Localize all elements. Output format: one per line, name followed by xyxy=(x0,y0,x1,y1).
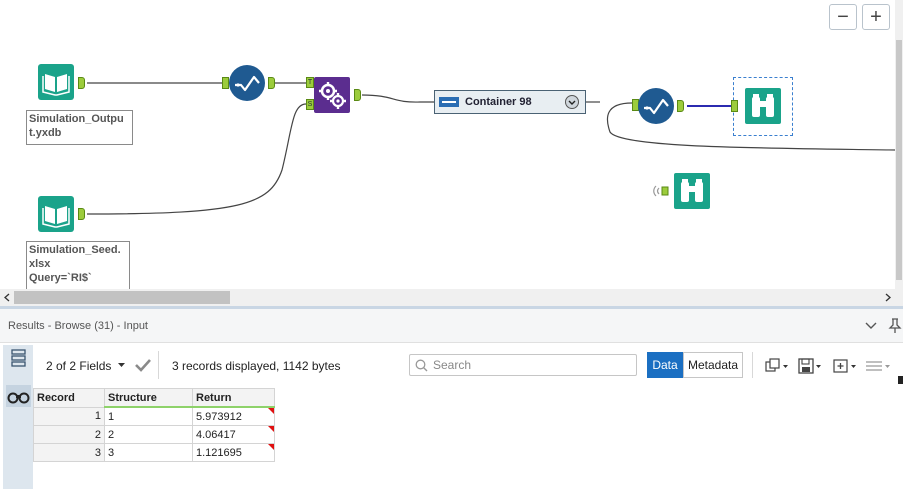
save-icon xyxy=(798,358,821,374)
horizontal-scrollbar[interactable] xyxy=(0,289,903,306)
connection-lines xyxy=(86,82,895,215)
browse-tool[interactable] xyxy=(674,173,710,209)
copy-button[interactable] xyxy=(764,357,790,375)
input-data-tool-2[interactable] xyxy=(38,196,74,232)
zoom-in-button[interactable]: + xyxy=(862,4,890,30)
checkmark-icon[interactable] xyxy=(134,357,152,373)
chevron-down-icon[interactable] xyxy=(865,321,877,330)
wireless-anchor-icon[interactable] xyxy=(652,184,672,198)
table-row[interactable]: 1 1 5.973912 xyxy=(33,406,275,426)
input-anchor-s[interactable]: S xyxy=(306,99,314,110)
book-icon xyxy=(38,64,74,100)
metadata-button[interactable]: Metadata xyxy=(683,352,743,378)
tool-annotation: Simulation_Outpu t.yxdb xyxy=(26,110,133,145)
input-anchor[interactable] xyxy=(731,100,738,112)
container-icon xyxy=(439,97,459,107)
binoculars-icon xyxy=(7,392,30,404)
pin-icon[interactable] xyxy=(888,318,902,334)
tool-annotation: Simulation_Seed. xlsx Query=`RI$` xyxy=(26,241,130,289)
input-anchor[interactable] xyxy=(222,77,229,89)
copy-icon xyxy=(765,358,788,372)
resize-handle[interactable] xyxy=(898,376,903,384)
search-input[interactable]: Search xyxy=(409,354,637,376)
return-value: 5.973912 xyxy=(196,410,242,423)
container-98[interactable]: Container 98 xyxy=(434,90,586,114)
workflow-canvas[interactable]: − + Simulation_Outpu t.yxdb Simulation_S… xyxy=(0,0,895,289)
scroll-right-icon[interactable] xyxy=(884,293,892,302)
record-cell: 3 xyxy=(33,443,105,462)
output-anchor[interactable] xyxy=(78,77,85,89)
checkmark-circle-icon xyxy=(229,65,265,101)
structure-cell[interactable]: 3 xyxy=(104,443,193,462)
fields-selector[interactable]: 2 of 2 Fields xyxy=(46,359,111,373)
table-row[interactable]: 3 3 1.121695 xyxy=(33,443,275,462)
search-icon xyxy=(415,359,428,372)
search-placeholder: Search xyxy=(433,358,472,372)
truncation-flag xyxy=(268,408,274,414)
select-tool-2[interactable] xyxy=(638,88,674,124)
truncation-flag xyxy=(268,426,274,432)
table-row[interactable]: 2 2 4.06417 xyxy=(33,425,275,444)
output-anchor[interactable] xyxy=(78,208,85,220)
rows-icon xyxy=(11,349,26,367)
input-anchor-t[interactable]: T xyxy=(306,77,314,88)
dropdown-caret-icon[interactable] xyxy=(118,363,125,368)
column-header[interactable]: Return xyxy=(192,388,275,408)
save-button[interactable] xyxy=(797,357,823,375)
results-table: Record Structure Return 1 1 5.973912 2 2… xyxy=(33,388,275,462)
browse-tool-selected[interactable] xyxy=(745,88,781,124)
output-anchor[interactable] xyxy=(354,89,361,101)
output-anchor[interactable] xyxy=(268,77,275,89)
menu-icon xyxy=(866,361,890,371)
output-anchor[interactable] xyxy=(677,100,684,112)
add-tool-button[interactable] xyxy=(832,357,858,375)
toolbar-divider xyxy=(752,352,753,378)
results-header: Results - Browse (31) - Input xyxy=(0,309,903,343)
append-fields-tool[interactable] xyxy=(314,77,350,113)
structure-cell[interactable]: 2 xyxy=(104,425,193,444)
chevron-down-icon[interactable] xyxy=(565,95,579,109)
record-cell: 1 xyxy=(33,406,105,426)
book-icon xyxy=(38,196,74,232)
records-info: 3 records displayed, 1142 bytes xyxy=(172,359,341,373)
return-cell[interactable]: 1.121695 xyxy=(192,443,275,462)
record-cell: 2 xyxy=(33,425,105,444)
input-data-tool-1[interactable] xyxy=(38,64,74,100)
select-tool-1[interactable] xyxy=(229,65,265,101)
scroll-left-icon[interactable] xyxy=(3,293,11,302)
menu-button[interactable] xyxy=(864,357,892,375)
binoculars-icon xyxy=(745,88,781,124)
binoculars-icon xyxy=(674,173,710,209)
grid-view-button[interactable] xyxy=(6,347,31,369)
column-header[interactable]: Record xyxy=(33,388,105,408)
column-header[interactable]: Structure xyxy=(104,388,193,408)
structure-cell[interactable]: 1 xyxy=(104,406,193,426)
truncation-flag xyxy=(268,444,274,450)
checkmark-circle-icon xyxy=(638,88,674,124)
gears-icon xyxy=(314,77,350,113)
container-label: Container 98 xyxy=(465,96,532,108)
vertical-scrollbar[interactable] xyxy=(895,0,903,289)
zoom-out-button[interactable]: − xyxy=(829,4,857,30)
return-value: 1.121695 xyxy=(196,446,242,459)
data-button[interactable]: Data xyxy=(647,352,683,378)
toolbar-divider xyxy=(158,351,159,379)
return-cell[interactable]: 4.06417 xyxy=(192,425,275,444)
return-cell[interactable]: 5.973912 xyxy=(192,406,275,426)
scroll-thumb[interactable] xyxy=(14,291,230,304)
return-value: 4.06417 xyxy=(196,428,236,441)
scroll-thumb[interactable] xyxy=(896,40,902,280)
add-icon xyxy=(833,359,856,373)
browse-view-button[interactable] xyxy=(6,385,31,407)
results-title: Results - Browse (31) - Input xyxy=(8,320,148,332)
results-left-rail xyxy=(3,345,33,489)
